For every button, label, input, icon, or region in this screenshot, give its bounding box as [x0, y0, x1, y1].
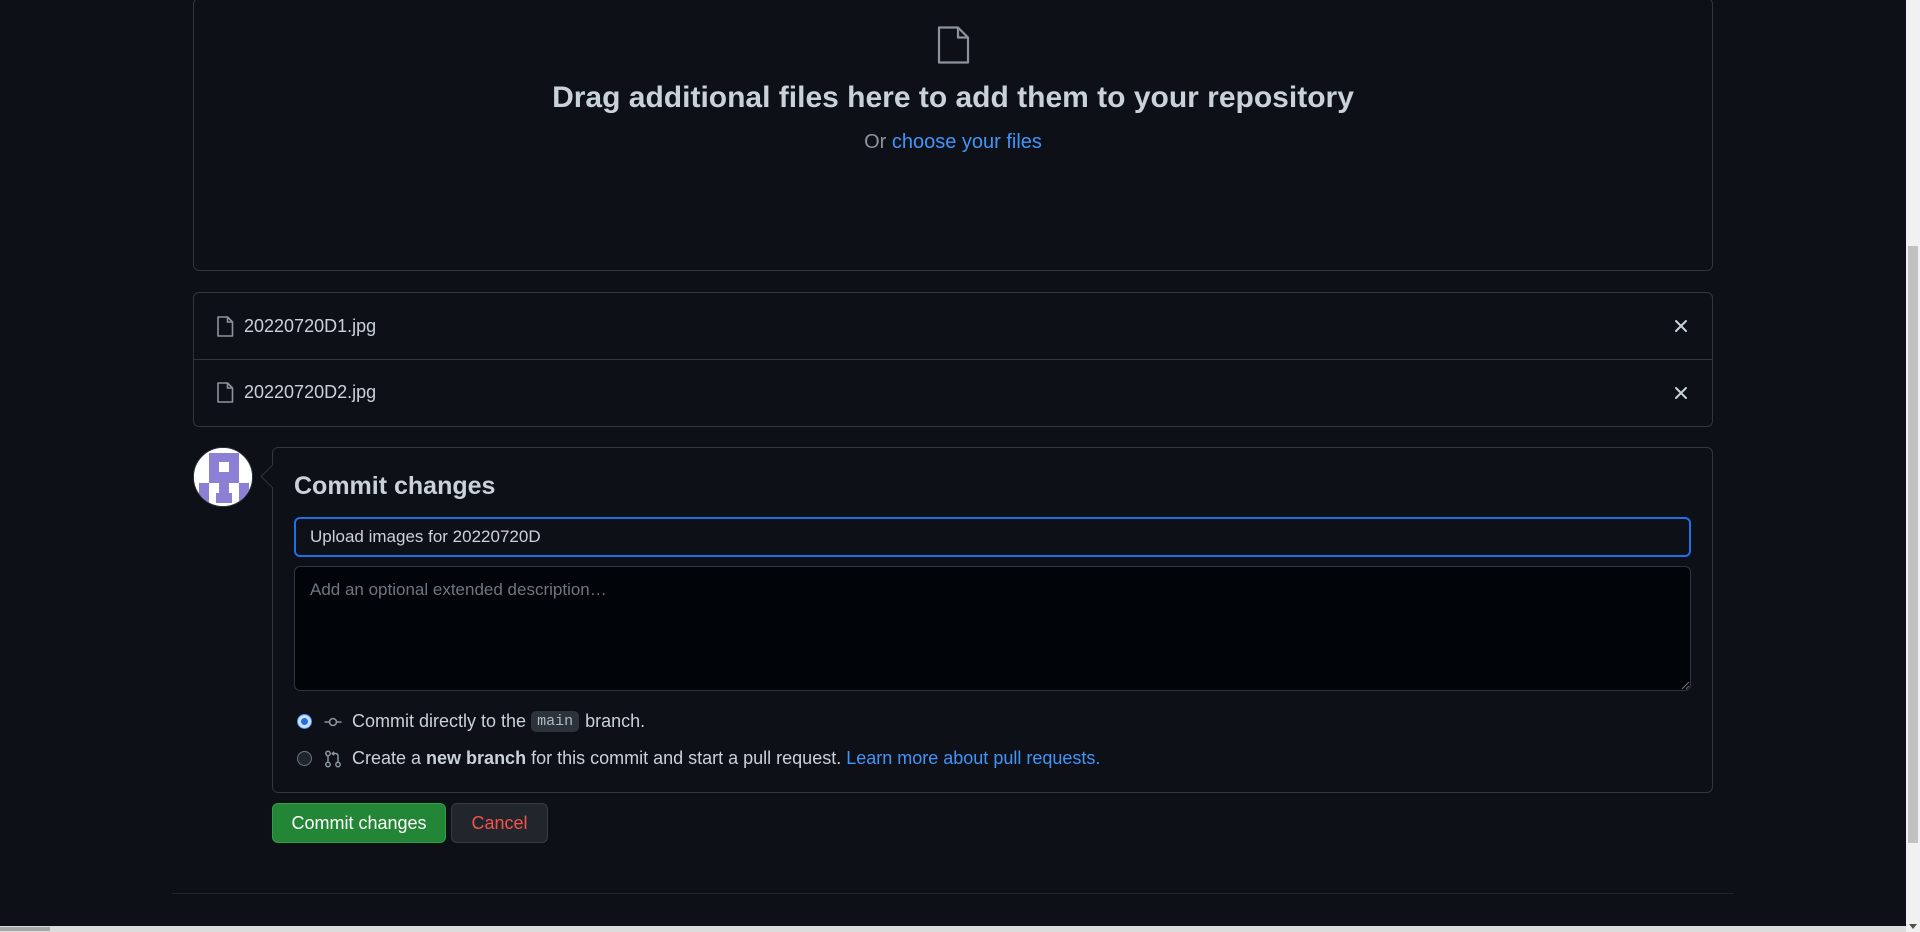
commit-form: Commit changes Commit directly to the ma…: [272, 447, 1713, 793]
commit-changes-button[interactable]: Commit changes: [272, 803, 446, 843]
horizontal-scrollbar[interactable]: [0, 926, 1906, 932]
new-branch-label: Create a: [352, 748, 422, 768]
or-text: Or: [864, 131, 887, 153]
commit-direct-label: Commit directly to the: [352, 711, 527, 731]
drop-zone-heading: Drag additional files here to add them t…: [552, 81, 1354, 114]
file-icon: [217, 315, 234, 337]
identicon-image: [194, 448, 252, 506]
file-name: 20220720D2.jpg: [244, 382, 377, 402]
learn-more-pull-requests-link[interactable]: Learn more about pull requests.: [846, 748, 1100, 769]
uploaded-file-list: 20220720D1.jpg 20220720D2.jpg: [193, 292, 1713, 427]
scrollbar-thumb[interactable]: [1908, 246, 1918, 843]
file-list-item: 20220720D1.jpg: [194, 293, 1712, 359]
file-icon: [217, 382, 234, 403]
branch-name: main: [531, 711, 580, 732]
file-name: 20220720D1.jpg: [244, 315, 377, 336]
drop-zone-subtext: Or choose your files: [194, 131, 1712, 154]
commit-form-title: Commit changes: [294, 472, 496, 500]
footer-divider: [172, 893, 1734, 894]
upload-files-page: Drag additional files here to add them t…: [0, 0, 1920, 932]
close-icon[interactable]: [1672, 317, 1690, 335]
new-branch-label-end: for this commit and start a pull request…: [531, 748, 842, 768]
cancel-button[interactable]: Cancel: [451, 803, 548, 843]
close-icon[interactable]: [1672, 384, 1690, 402]
file-list-item: 20220720D2.jpg: [194, 359, 1712, 425]
file-drop-zone[interactable]: Drag additional files here to add them t…: [193, 0, 1713, 271]
new-branch-emphasis: new branch: [426, 748, 527, 768]
resize-handle-icon[interactable]: [1681, 681, 1690, 690]
git-pull-request-icon: [325, 750, 341, 767]
file-icon: [937, 26, 970, 64]
choose-files-link[interactable]: choose your files: [892, 131, 1042, 153]
commit-direct-radio[interactable]: [297, 714, 312, 729]
commit-description-textarea[interactable]: [294, 566, 1691, 691]
vertical-scrollbar[interactable]: [1906, 0, 1920, 932]
new-branch-option[interactable]: Create a new branch for this commit and …: [297, 748, 1100, 769]
avatar[interactable]: [193, 447, 253, 507]
commit-direct-label-end: branch.: [585, 711, 646, 731]
commit-direct-option[interactable]: Commit directly to the main branch.: [297, 711, 645, 732]
new-branch-radio[interactable]: [297, 751, 312, 766]
commit-summary-input[interactable]: [294, 517, 1691, 557]
horizontal-scrollbar-thumb[interactable]: [0, 927, 50, 931]
scroll-down-icon[interactable]: [1909, 924, 1917, 929]
git-commit-icon: [324, 717, 342, 726]
